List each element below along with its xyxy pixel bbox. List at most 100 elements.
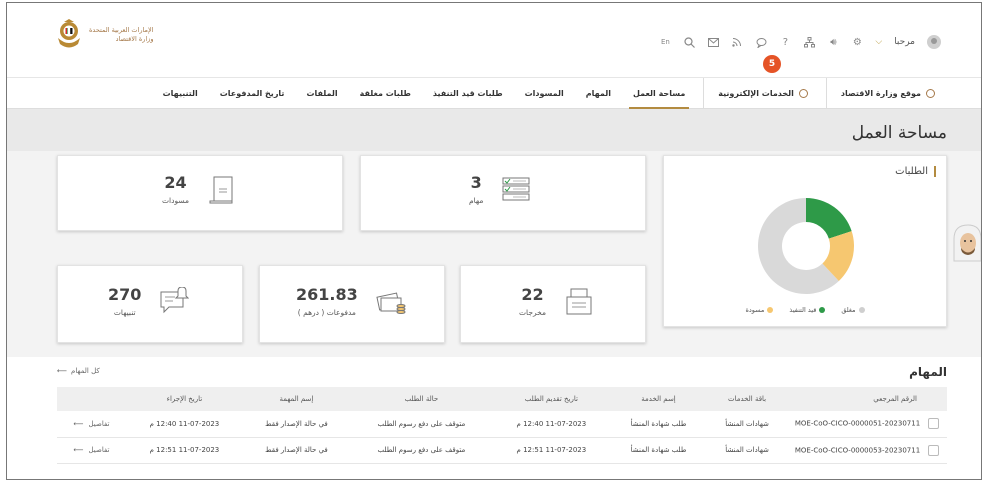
- nav-item-label: موقع وزارة الاقتصاد: [840, 89, 921, 98]
- donut-slice-in-progress[interactable]: [806, 198, 852, 239]
- drafts-card[interactable]: 24 مسودات: [57, 155, 343, 231]
- table-row[interactable]: MOE-CoO-CICO-0000053-20230711 شهادات الم…: [57, 437, 947, 464]
- details-cell: تفاصيل ⟵: [57, 411, 126, 438]
- payments-card[interactable]: 261.83 مدفوعات ( درهم ): [259, 265, 445, 343]
- arrow-left-icon: ⟵: [57, 367, 68, 375]
- outputs-printer-icon: [566, 288, 592, 314]
- submitted-cell: 11-07-2023 12:51 م: [492, 437, 610, 464]
- language-toggle[interactable]: En: [659, 35, 671, 49]
- nav-item-label: المهام: [585, 89, 612, 98]
- service-cell: طلب شهادة المنشأ: [609, 411, 708, 438]
- nav-item-files[interactable]: الملفات: [302, 78, 341, 109]
- notifications-count: 270: [108, 285, 142, 304]
- nav-item-in-progress[interactable]: طلبات قيد التنفيذ: [429, 78, 507, 109]
- outputs-card[interactable]: 22 مخرجات: [460, 265, 646, 343]
- legend-item-in-progress[interactable]: قيد التنفيذ: [789, 306, 826, 314]
- assistant-avatar[interactable]: [951, 221, 981, 265]
- drafts-label: مسودات: [162, 196, 190, 205]
- row-checkbox[interactable]: [928, 444, 940, 456]
- table-header-row: الرقم المرجعي باقة الخدمات إسم الخدمة تا…: [57, 387, 947, 411]
- sitemap-icon[interactable]: [803, 35, 815, 49]
- main-nav: موقع وزارة الاقتصاد الخدمات الإلكترونية …: [7, 77, 981, 109]
- drafts-icon: [209, 176, 233, 203]
- chat-icon[interactable]: [755, 35, 767, 49]
- nav-item-label: التنبيهات: [162, 89, 198, 98]
- legend-dot: [819, 307, 826, 313]
- column-header[interactable]: حالة الطلب: [349, 387, 493, 411]
- nav-item-drafts[interactable]: المسودات: [521, 78, 568, 109]
- nav-item-ministry-site[interactable]: موقع وزارة الاقتصاد: [825, 78, 939, 109]
- nav-item-label: المسودات: [524, 89, 564, 98]
- mail-icon[interactable]: [707, 35, 719, 49]
- submitted-cell: 11-07-2023 12:40 م: [492, 411, 610, 438]
- nav-item-workspace[interactable]: مساحة العمل: [629, 78, 690, 109]
- column-header[interactable]: باقة الخدمات: [707, 387, 787, 411]
- outputs-count: 22: [521, 285, 544, 304]
- notifications-card[interactable]: 270 تنبيهات: [57, 265, 243, 343]
- user-avatar[interactable]: [927, 35, 941, 49]
- details-link[interactable]: تفاصيل ⟵: [73, 446, 109, 454]
- legend-item-closed[interactable]: مغلق: [841, 306, 865, 314]
- arrow-left-icon: ⟵: [73, 446, 84, 454]
- tasks-table: الرقم المرجعي باقة الخدمات إسم الخدمة تا…: [57, 387, 947, 464]
- notification-badge[interactable]: 5: [763, 55, 781, 73]
- payments-label: مدفوعات ( درهم ): [297, 308, 356, 317]
- nav-item-label: مساحة العمل: [633, 89, 686, 98]
- all-tasks-label: كل المهام: [71, 367, 100, 375]
- rss-icon[interactable]: [731, 35, 743, 49]
- column-header[interactable]: تاريخ الإجراء: [125, 387, 243, 411]
- details-cell: تفاصيل ⟵: [57, 437, 126, 464]
- task-cell: في حالة الإصدار فقط: [242, 411, 350, 438]
- service-cell: طلب شهادة المنشأ: [609, 437, 708, 464]
- all-tasks-link[interactable]: ⟵ كل المهام: [57, 367, 100, 375]
- header: الإمارات العربية المتحدة وزارة الاقتصاد …: [7, 3, 981, 77]
- details-link[interactable]: تفاصيل ⟵: [73, 420, 109, 428]
- requests-title: الطلبات: [895, 166, 936, 177]
- status-cell: متوقف على دفع رسوم الطلب: [349, 411, 493, 438]
- nav-item-closed[interactable]: طلبات مغلقة: [356, 78, 415, 109]
- nav-item-label: طلبات مغلقة: [359, 89, 411, 98]
- volume-icon[interactable]: 🔊︎: [827, 35, 839, 49]
- ref-number[interactable]: MOE-CoO-CICO-0000053-20230711: [795, 446, 920, 454]
- legend-label: قيد التنفيذ: [789, 306, 817, 314]
- ref-cell: MOE-CoO-CICO-0000051-20230711: [787, 411, 947, 438]
- requests-legend: مغلق قيد التنفيذ مسودة: [664, 306, 946, 314]
- ministry-logo[interactable]: الإمارات العربية المتحدة وزارة الاقتصاد: [55, 17, 165, 53]
- column-header[interactable]: تاريخ تقديم الطلب: [492, 387, 610, 411]
- chevron-down-icon[interactable]: ⌵: [875, 37, 882, 47]
- nav-item-eservices[interactable]: الخدمات الإلكترونية: [703, 78, 812, 109]
- column-header[interactable]: إسم الخدمة: [609, 387, 708, 411]
- ref-number[interactable]: MOE-CoO-CICO-0000051-20230711: [795, 420, 920, 428]
- logo-line-1: الإمارات العربية المتحدة: [89, 26, 154, 34]
- uae-emblem-icon: [58, 19, 80, 48]
- settings-icon[interactable]: ⚙: [851, 35, 863, 49]
- tasks-section: المهام ⟵ كل المهام الرقم المرجعي باقة ال…: [7, 357, 981, 479]
- help-icon[interactable]: ?: [779, 35, 791, 49]
- row-checkbox[interactable]: [928, 418, 940, 430]
- table-row[interactable]: MOE-CoO-CICO-0000051-20230711 شهادات الم…: [57, 411, 947, 438]
- task-cell: في حالة الإصدار فقط: [242, 437, 350, 464]
- nav-item-tasks[interactable]: المهام: [582, 78, 615, 109]
- logo-line-2: وزارة الاقتصاد: [115, 35, 154, 43]
- tasks-label: مهام: [469, 196, 484, 205]
- legend-item-draft[interactable]: مسودة: [745, 306, 774, 314]
- greeting-text[interactable]: مرحبا: [894, 37, 915, 47]
- details-label: تفاصيل: [88, 419, 110, 428]
- nav-item-label: طلبات قيد التنفيذ: [432, 89, 503, 98]
- tasks-card[interactable]: 3 مهام: [360, 155, 646, 231]
- requests-donut-chart[interactable]: [746, 186, 866, 306]
- search-icon[interactable]: [683, 35, 695, 49]
- column-header[interactable]: الرقم المرجعي: [787, 387, 947, 411]
- legend-dot: [858, 307, 865, 313]
- workspace-main: مساحة العمل 24 مسودات 3 مهام الطلبات مغل…: [7, 109, 981, 479]
- nav-item-notifications[interactable]: التنبيهات: [159, 78, 202, 109]
- legend-label: مغلق: [841, 306, 856, 314]
- bell-message-icon: [160, 286, 190, 313]
- browser-frame: الإمارات العربية المتحدة وزارة الاقتصاد …: [6, 2, 982, 480]
- nav-item-label: الخدمات الإلكترونية: [718, 89, 794, 98]
- status-cell: متوقف على دفع رسوم الطلب: [349, 437, 493, 464]
- tasks-icon: [502, 177, 530, 200]
- ref-cell: MOE-CoO-CICO-0000053-20230711: [787, 437, 947, 464]
- column-header[interactable]: إسم المهمة: [242, 387, 350, 411]
- nav-item-payment-history[interactable]: تاريخ المدفوعات: [216, 78, 289, 109]
